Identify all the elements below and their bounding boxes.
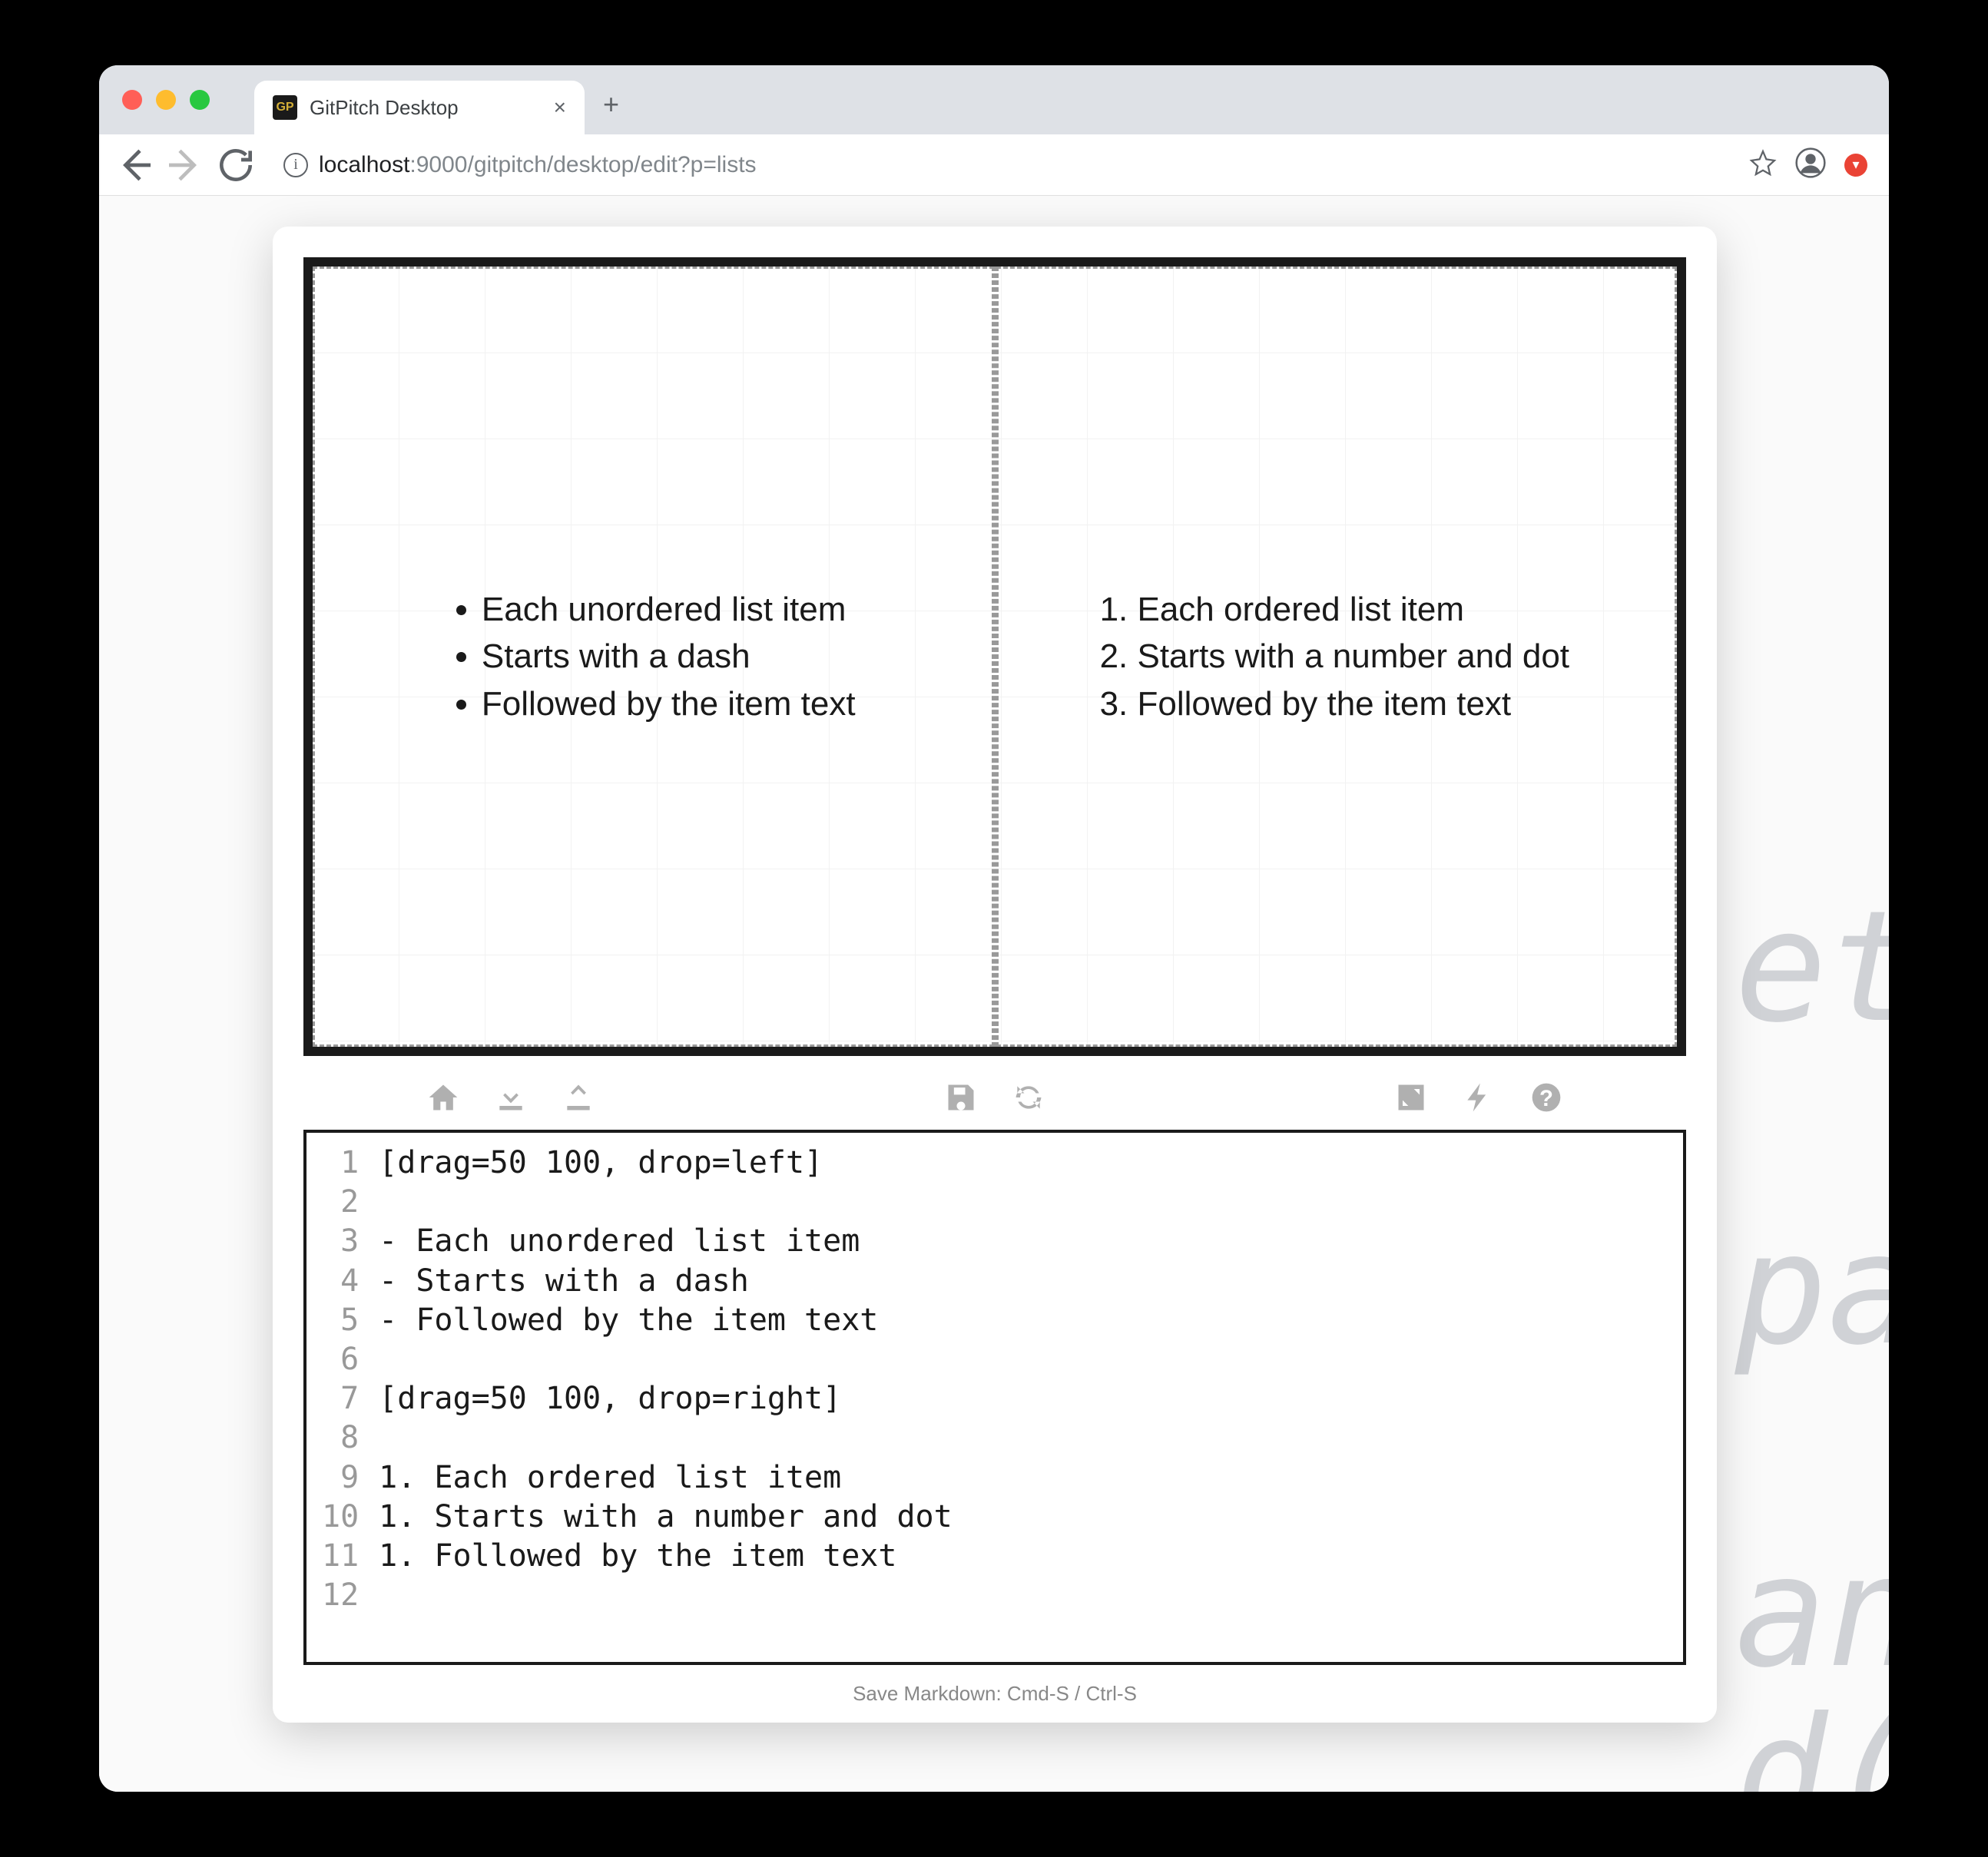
minimize-window-button[interactable] <box>156 90 176 110</box>
code-content[interactable]: [drag=50 100, drop=left] - Each unordere… <box>366 1133 1683 1662</box>
tab-favicon: GP <box>273 95 297 120</box>
help-button[interactable]: ? <box>1529 1081 1563 1114</box>
editor-toolbar: ? <box>273 1065 1717 1130</box>
lightning-icon <box>1462 1081 1496 1114</box>
slide-left-region: Each unordered list itemStarts with a da… <box>313 266 996 1047</box>
maximize-window-button[interactable] <box>190 90 210 110</box>
slide-right-region: Each ordered list itemStarts with a numb… <box>996 266 1678 1047</box>
reload-icon <box>214 144 257 187</box>
tab-strip: GP GitPitch Desktop × + <box>99 65 1889 134</box>
arrow-left-icon <box>113 144 156 187</box>
tab-title: GitPitch Desktop <box>310 96 542 120</box>
back-button[interactable] <box>113 144 156 187</box>
list-item: Starts with a dash <box>482 633 856 680</box>
forward-button[interactable] <box>164 144 207 187</box>
refresh-icon <box>1012 1081 1045 1114</box>
list-item: Followed by the item text <box>482 680 856 728</box>
extension-button[interactable]: ▾ <box>1844 154 1867 177</box>
browser-tab[interactable]: GP GitPitch Desktop × <box>254 81 585 134</box>
list-item: Followed by the item text <box>1137 680 1569 728</box>
bookmark-button[interactable] <box>1749 149 1777 180</box>
download-icon <box>494 1081 528 1114</box>
profile-button[interactable] <box>1795 147 1826 182</box>
app-panel: Each unordered list itemStarts with a da… <box>273 227 1717 1723</box>
address-bar[interactable]: i localhost:9000/gitpitch/desktop/edit?p… <box>273 144 1734 187</box>
expand-button[interactable] <box>1394 1081 1428 1114</box>
person-icon <box>1795 147 1826 178</box>
upload-button[interactable] <box>562 1081 595 1114</box>
unordered-list: Each unordered list itemStarts with a da… <box>451 586 856 728</box>
background-code-text: et pa an d( <box>1735 887 1889 1792</box>
site-info-icon[interactable]: i <box>283 153 308 177</box>
list-item: Each unordered list item <box>482 586 856 634</box>
line-gutter: 123456789101112 <box>306 1133 366 1662</box>
ordered-list: Each ordered list itemStarts with a numb… <box>1103 586 1569 728</box>
caret-down-icon: ▾ <box>1852 157 1859 173</box>
url-path: /gitpitch/desktop/edit?p=lists <box>467 152 756 177</box>
reload-button[interactable] <box>214 144 257 187</box>
url-display: localhost:9000/gitpitch/desktop/edit?p=l… <box>319 152 757 178</box>
address-bar-row: i localhost:9000/gitpitch/desktop/edit?p… <box>99 134 1889 196</box>
slide-preview: Each unordered list itemStarts with a da… <box>303 257 1686 1056</box>
svg-text:?: ? <box>1539 1086 1553 1111</box>
refresh-button[interactable] <box>1012 1081 1045 1114</box>
lightning-button[interactable] <box>1462 1081 1496 1114</box>
arrow-right-icon <box>164 144 207 187</box>
toolbar-group-left <box>426 1081 595 1114</box>
download-button[interactable] <box>494 1081 528 1114</box>
markdown-editor[interactable]: 123456789101112 [drag=50 100, drop=left]… <box>303 1130 1686 1665</box>
url-port: :9000 <box>409 152 467 177</box>
expand-icon <box>1394 1081 1428 1114</box>
new-tab-button[interactable]: + <box>585 88 638 134</box>
home-button[interactable] <box>426 1081 460 1114</box>
window-controls <box>122 90 210 110</box>
browser-window: GP GitPitch Desktop × + i localhost:9000… <box>99 65 1889 1792</box>
save-button[interactable] <box>944 1081 978 1114</box>
url-host: localhost <box>319 152 409 177</box>
home-icon <box>426 1081 460 1114</box>
toolbar-group-center <box>944 1081 1045 1114</box>
toolbar-group-right: ? <box>1394 1081 1563 1114</box>
tab-close-button[interactable]: × <box>554 95 566 120</box>
upload-icon <box>562 1081 595 1114</box>
star-icon <box>1749 149 1777 177</box>
browser-right-icons: ▾ <box>1749 147 1875 182</box>
list-item: Each ordered list item <box>1137 586 1569 634</box>
close-window-button[interactable] <box>122 90 142 110</box>
footer-hint: Save Markdown: Cmd-S / Ctrl-S <box>273 1665 1717 1723</box>
page-content: et pa an d( Each unordered list itemStar… <box>99 196 1889 1792</box>
list-item: Starts with a number and dot <box>1137 633 1569 680</box>
save-icon <box>944 1081 978 1114</box>
help-icon: ? <box>1529 1081 1563 1114</box>
